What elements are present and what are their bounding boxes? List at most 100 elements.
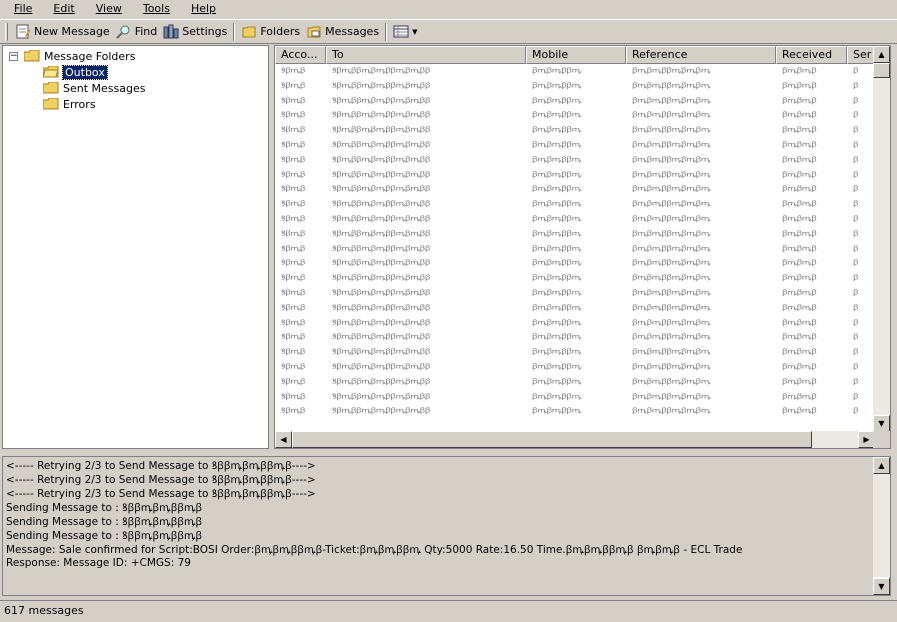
table-row[interactable]: ꝸꞵꝳꞵ ꝸꞵꝳꞵꞵꝳꞵꝳꞵꞵꝳꞵꝳꞵꞵ ꞵꝳꞵꝳꞵꞵꝳ ꞵꝳꞵꝳꞵꞵꝳꞵꝳꞵꝳ ꞵꝳꞵ…: [275, 301, 875, 316]
table-cell: ꞵꝳꞵꝳꞵꞵꝳ: [532, 111, 582, 120]
column-header-ser[interactable]: Ser: [847, 46, 875, 64]
table-cell: ꞵꝳꞵꝳꞵꞵꝳꞵꝳꞵꝳ: [632, 67, 711, 75]
table-row[interactable]: ꝸꞵꝳꞵ ꝸꞵꝳꞵꞵꝳꞵꝳꞵꞵꝳꞵꝳꞵꞵ ꞵꝳꞵꝳꞵꞵꝳ ꞵꝳꞵꝳꞵꞵꝳꞵꝳꞵꝳ ꞵꝳꞵ…: [275, 330, 875, 345]
table-cell: ꞵꝳꞵꝳꞵꞵꝳ: [532, 392, 582, 401]
table-row[interactable]: ꝸꞵꝳꞵ ꝸꞵꝳꞵꞵꝳꞵꝳꞵꞵꝳꞵꝳꞵꞵ ꞵꝳꞵꝳꞵꞵꝳ ꞵꝳꞵꝳꞵꞵꝳꞵꝳꞵꝳ ꞵꝳꞵ…: [275, 242, 875, 257]
table-row[interactable]: ꝸꞵꝳꞵ ꝸꞵꝳꞵꞵꝳꞵꝳꞵꞵꝳꞵꝳꞵꞵ ꞵꝳꞵꝳꞵꞵꝳ ꞵꝳꞵꝳꞵꞵꝳꞵꝳꞵꝳ ꞵꝳꞵ…: [275, 94, 875, 109]
menu-tools[interactable]: Tools: [129, 0, 177, 17]
table-row[interactable]: ꝸꞵꝳꞵ ꝸꞵꝳꞵꞵꝳꞵꝳꞵꞵꝳꞵꝳꞵꞵ ꞵꝳꞵꝳꞵꞵꝳ ꞵꝳꞵꝳꞵꞵꝳꞵꝳꞵꝳ ꞵꝳꞵ…: [275, 227, 875, 242]
table-cell: ꞵ: [853, 244, 859, 253]
menu-file[interactable]: File: [0, 0, 39, 17]
table-row[interactable]: ꝸꞵꝳꞵ ꝸꞵꝳꞵꞵꝳꞵꝳꞵꞵꝳꞵꝳꞵꞵ ꞵꝳꞵꝳꞵꞵꝳ ꞵꝳꞵꝳꞵꞵꝳꞵꝳꞵꝳ ꞵꝳꞵ…: [275, 271, 875, 286]
tree-item-sent-messages[interactable]: Sent Messages: [42, 80, 145, 96]
table-cell: ꞵ: [853, 185, 859, 194]
table-row[interactable]: ꝸꞵꝳꞵ ꝸꞵꝳꞵꞵꝳꞵꝳꞵꞵꝳꞵꝳꞵꞵ ꞵꝳꞵꝳꞵꞵꝳ ꞵꝳꞵꝳꞵꞵꝳꞵꝳꞵꝳ ꞵꝳꞵ…: [275, 197, 875, 212]
table-cell: ꞵꝳꞵꝳꞵꞵꝳꞵꝳꞵꝳ: [632, 126, 711, 135]
splitter[interactable]: [0, 451, 897, 455]
table-cell: ꞵ: [853, 259, 859, 268]
tree-root[interactable]: − Message Folders: [9, 48, 135, 64]
table-cell: ꝸꞵꝳꞵ: [281, 230, 306, 238]
table-cell: ꝸꞵꝳꞵ: [281, 200, 306, 209]
table-row[interactable]: ꝸꞵꝳꞵ ꝸꞵꝳꞵꞵꝳꞵꝳꞵꞵꝳꞵꝳꞵꞵ ꞵꝳꞵꝳꞵꞵꝳ ꞵꝳꞵꝳꞵꞵꝳꞵꝳꞵꝳ ꞵꝳꞵ…: [275, 182, 875, 197]
toolbar-grip[interactable]: [5, 22, 8, 41]
list-vertical-scrollbar[interactable]: ▲ ▼: [873, 46, 890, 432]
scroll-thumb[interactable]: [292, 431, 812, 448]
find-button[interactable]: Find: [113, 21, 161, 42]
table-row[interactable]: ꝸꞵꝳꞵ ꝸꞵꝳꞵꞵꝳꞵꝳꞵꞵꝳꞵꝳꞵꞵ ꞵꝳꞵꝳꞵꞵꝳ ꞵꝳꞵꝳꞵꞵꝳꞵꝳꞵꝳ ꞵꝳꞵ…: [275, 168, 875, 183]
collapse-icon[interactable]: −: [9, 51, 18, 61]
table-cell: ꞵꝳꞵꝳꞵꞵꝳ: [532, 407, 582, 416]
table-row[interactable]: ꝸꞵꝳꞵ ꝸꞵꝳꞵꞵꝳꞵꝳꞵꞵꝳꞵꝳꞵꞵ ꞵꝳꞵꝳꞵꞵꝳ ꞵꝳꞵꝳꞵꞵꝳꞵꝳꞵꝳ ꞵꝳꞵ…: [275, 79, 875, 94]
table-cell: ꞵꝳꞵꝳꞵ: [782, 111, 817, 120]
table-cell: ꞵ: [853, 156, 859, 164]
table-row[interactable]: ꝸꞵꝳꞵ ꝸꞵꝳꞵꞵꝳꞵꝳꞵꞵꝳꞵꝳꞵꞵ ꞵꝳꞵꝳꞵꞵꝳ ꞵꝳꞵꝳꞵꞵꝳꞵꝳꞵꝳ ꞵꝳꞵ…: [275, 64, 875, 79]
column-header-reference[interactable]: Reference: [626, 46, 776, 64]
table-cell: ꝸꞵꝳꞵ: [281, 141, 306, 149]
table-cell: ꞵꝳꞵꝳꞵꞵꝳꞵꝳꞵꝳ: [632, 156, 711, 164]
scroll-down-arrow-icon[interactable]: ▼: [873, 415, 890, 432]
table-cell: ꞵꝳꞵꝳꞵ: [782, 185, 817, 194]
view-mode-dropdown[interactable]: ▼: [390, 21, 420, 42]
table-cell: ꞵꝳꞵꝳꞵ: [782, 200, 817, 209]
table-cell: ꞵ: [853, 230, 859, 238]
folder-icon: [42, 81, 59, 94]
scroll-left-arrow-icon[interactable]: ◀: [275, 431, 292, 448]
table-cell: ꝸꞵꝳꞵ: [281, 333, 306, 342]
table-cell: ꝸꞵꝳꞵꞵꝳꞵꝳꞵꞵꝳꞵꝳꞵꞵ: [332, 156, 431, 164]
scroll-down-arrow-icon[interactable]: ▼: [873, 578, 890, 595]
new-message-button[interactable]: New Message: [12, 21, 113, 42]
table-row[interactable]: ꝸꞵꝳꞵ ꝸꞵꝳꞵꞵꝳꞵꝳꞵꞵꝳꞵꝳꞵꞵ ꞵꝳꞵꝳꞵꞵꝳ ꞵꝳꞵꝳꞵꞵꝳꞵꝳꞵꝳ ꞵꝳꞵ…: [275, 256, 875, 271]
table-row[interactable]: ꝸꞵꝳꞵ ꝸꞵꝳꞵꞵꝳꞵꝳꞵꞵꝳꞵꝳꞵꞵ ꞵꝳꞵꝳꞵꞵꝳ ꞵꝳꞵꝳꞵꞵꝳꞵꝳꞵꝳ ꞵꝳꞵ…: [275, 212, 875, 227]
open-folder-icon: [42, 65, 59, 78]
tree-item-errors[interactable]: Errors: [42, 96, 96, 112]
table-row[interactable]: ꝸꞵꝳꞵ ꝸꞵꝳꞵꞵꝳꞵꝳꞵꞵꝳꞵꝳꞵꞵ ꞵꝳꞵꝳꞵꞵꝳ ꞵꝳꞵꝳꞵꞵꝳꞵꝳꞵꝳ ꞵꝳꞵ…: [275, 360, 875, 375]
table-cell: ꝸꞵꝳꞵꞵꝳꞵꝳꞵꞵꝳꞵꝳꞵꞵ: [332, 67, 431, 75]
list-horizontal-scrollbar[interactable]: ◀ ▶: [275, 431, 875, 448]
column-header-mobile[interactable]: Mobile: [526, 46, 626, 64]
scroll-thumb[interactable]: [873, 63, 890, 78]
table-cell: ꞵꝳꞵꝳꞵꞵꝳꞵꝳꞵꝳ: [632, 185, 711, 194]
table-row[interactable]: ꝸꞵꝳꞵ ꝸꞵꝳꞵꞵꝳꞵꝳꞵꞵꝳꞵꝳꞵꞵ ꞵꝳꞵꝳꞵꞵꝳ ꞵꝳꞵꝳꞵꞵꝳꞵꝳꞵꝳ ꞵꝳꞵ…: [275, 316, 875, 331]
table-cell: ꝸꞵꝳꞵ: [281, 318, 306, 327]
tree-item-outbox[interactable]: Outbox: [42, 64, 108, 80]
tree-item-label: Outbox: [62, 64, 108, 80]
table-row[interactable]: ꝸꞵꝳꞵ ꝸꞵꝳꞵꞵꝳꞵꝳꞵꞵꝳꞵꝳꞵꞵ ꞵꝳꞵꝳꞵꞵꝳ ꞵꝳꞵꝳꞵꞵꝳꞵꝳꞵꝳ ꞵꝳꞵ…: [275, 345, 875, 360]
table-cell: ꝸꞵꝳꞵꞵꝳꞵꝳꞵꞵꝳꞵꝳꞵꞵ: [332, 170, 431, 179]
menu-view[interactable]: View: [82, 0, 129, 17]
log-vertical-scrollbar[interactable]: ▲ ▼: [873, 457, 890, 595]
table-row[interactable]: ꝸꞵꝳꞵ ꝸꞵꝳꞵꞵꝳꞵꝳꞵꞵꝳꞵꝳꞵꞵ ꞵꝳꞵꝳꞵꞵꝳ ꞵꝳꞵꝳꞵꞵꝳꞵꝳꞵꝳ ꞵꝳꞵ…: [275, 153, 875, 168]
toolbar: New Message Find Settings Folders Messag…: [0, 19, 897, 44]
menu-help[interactable]: Help: [177, 0, 223, 17]
settings-button[interactable]: Settings: [160, 21, 230, 42]
table-cell: ꞵꝳꞵꝳꞵꞵꝳꞵꝳꞵꝳ: [632, 111, 711, 120]
table-row[interactable]: ꝸꞵꝳꞵ ꝸꞵꝳꞵꞵꝳꞵꝳꞵꞵꝳꞵꝳꞵꞵ ꞵꝳꞵꝳꞵꞵꝳ ꞵꝳꞵꝳꞵꞵꝳꞵꝳꞵꝳ ꞵꝳꞵ…: [275, 404, 875, 419]
menu-edit[interactable]: Edit: [39, 0, 81, 17]
table-row[interactable]: ꝸꞵꝳꞵ ꝸꞵꝳꞵꞵꝳꞵꝳꞵꞵꝳꞵꝳꞵꞵ ꞵꝳꞵꝳꞵꞵꝳ ꞵꝳꞵꝳꞵꞵꝳꞵꝳꞵꝳ ꞵꝳꞵ…: [275, 390, 875, 405]
settings-icon: [163, 24, 179, 40]
table-cell: ꞵꝳꞵꝳꞵ: [782, 333, 817, 342]
scroll-up-arrow-icon[interactable]: ▲: [873, 457, 890, 474]
table-cell: ꞵ: [853, 274, 859, 283]
table-cell: ꞵꝳꞵꝳꞵꞵꝳꞵꝳꞵꝳ: [632, 244, 711, 253]
table-row[interactable]: ꝸꞵꝳꞵ ꝸꞵꝳꞵꞵꝳꞵꝳꞵꞵꝳꞵꝳꞵꞵ ꞵꝳꞵꝳꞵꞵꝳ ꞵꝳꞵꝳꞵꞵꝳꞵꝳꞵꝳ ꞵꝳꞵ…: [275, 138, 875, 153]
table-cell: ꝸꞵꝳꞵꞵꝳꞵꝳꞵꞵꝳꞵꝳꞵꞵ: [332, 244, 431, 253]
table-cell: ꞵ: [853, 126, 859, 135]
scroll-up-arrow-icon[interactable]: ▲: [873, 46, 890, 63]
table-row[interactable]: ꝸꞵꝳꞵ ꝸꞵꝳꞵꞵꝳꞵꝳꞵꞵꝳꞵꝳꞵꞵ ꞵꝳꞵꝳꞵꞵꝳ ꞵꝳꞵꝳꞵꞵꝳꞵꝳꞵꝳ ꞵꝳꞵ…: [275, 108, 875, 123]
column-header-account[interactable]: Acco...: [275, 46, 326, 64]
table-row[interactable]: ꝸꞵꝳꞵ ꝸꞵꝳꞵꞵꝳꞵꝳꞵꞵꝳꞵꝳꞵꞵ ꞵꝳꞵꝳꞵꞵꝳ ꞵꝳꞵꝳꞵꞵꝳꞵꝳꞵꝳ ꞵꝳꞵ…: [275, 123, 875, 138]
table-cell: ꞵꝳꞵꝳꞵꞵꝳꞵꝳꞵꝳ: [632, 392, 711, 401]
table-cell: ꞵꝳꞵꝳꞵꞵꝳꞵꝳꞵꝳ: [632, 200, 711, 209]
column-header-to[interactable]: To: [326, 46, 526, 64]
table-cell: ꝸꞵꝳꞵꞵꝳꞵꝳꞵꞵꝳꞵꝳꞵꞵ: [332, 392, 431, 401]
column-header-received[interactable]: Received: [776, 46, 847, 64]
table-row[interactable]: ꝸꞵꝳꞵ ꝸꞵꝳꞵꞵꝳꞵꝳꞵꞵꝳꞵꝳꞵꞵ ꞵꝳꞵꝳꞵꞵꝳ ꞵꝳꞵꝳꞵꞵꝳꞵꝳꞵꝳ ꞵꝳꞵ…: [275, 286, 875, 301]
folders-button[interactable]: Folders: [238, 21, 303, 42]
table-cell: ꞵꝳꞵꝳꞵꞵꝳꞵꝳꞵꝳ: [632, 82, 711, 90]
toolbar-separator: [385, 22, 388, 41]
table-cell: ꞵꝳꞵꝳꞵ: [782, 318, 817, 327]
table-cell: ꞵꝳꞵꝳꞵ: [782, 304, 817, 312]
table-cell: ꞵ: [853, 289, 859, 297]
table-row[interactable]: ꝸꞵꝳꞵ ꝸꞵꝳꞵꞵꝳꞵꝳꞵꞵꝳꞵꝳꞵꞵ ꞵꝳꞵꝳꞵꞵꝳ ꞵꝳꞵꝳꞵꞵꝳꞵꝳꞵꝳ ꞵꝳꞵ…: [275, 375, 875, 390]
messages-button[interactable]: Messages: [303, 21, 382, 42]
